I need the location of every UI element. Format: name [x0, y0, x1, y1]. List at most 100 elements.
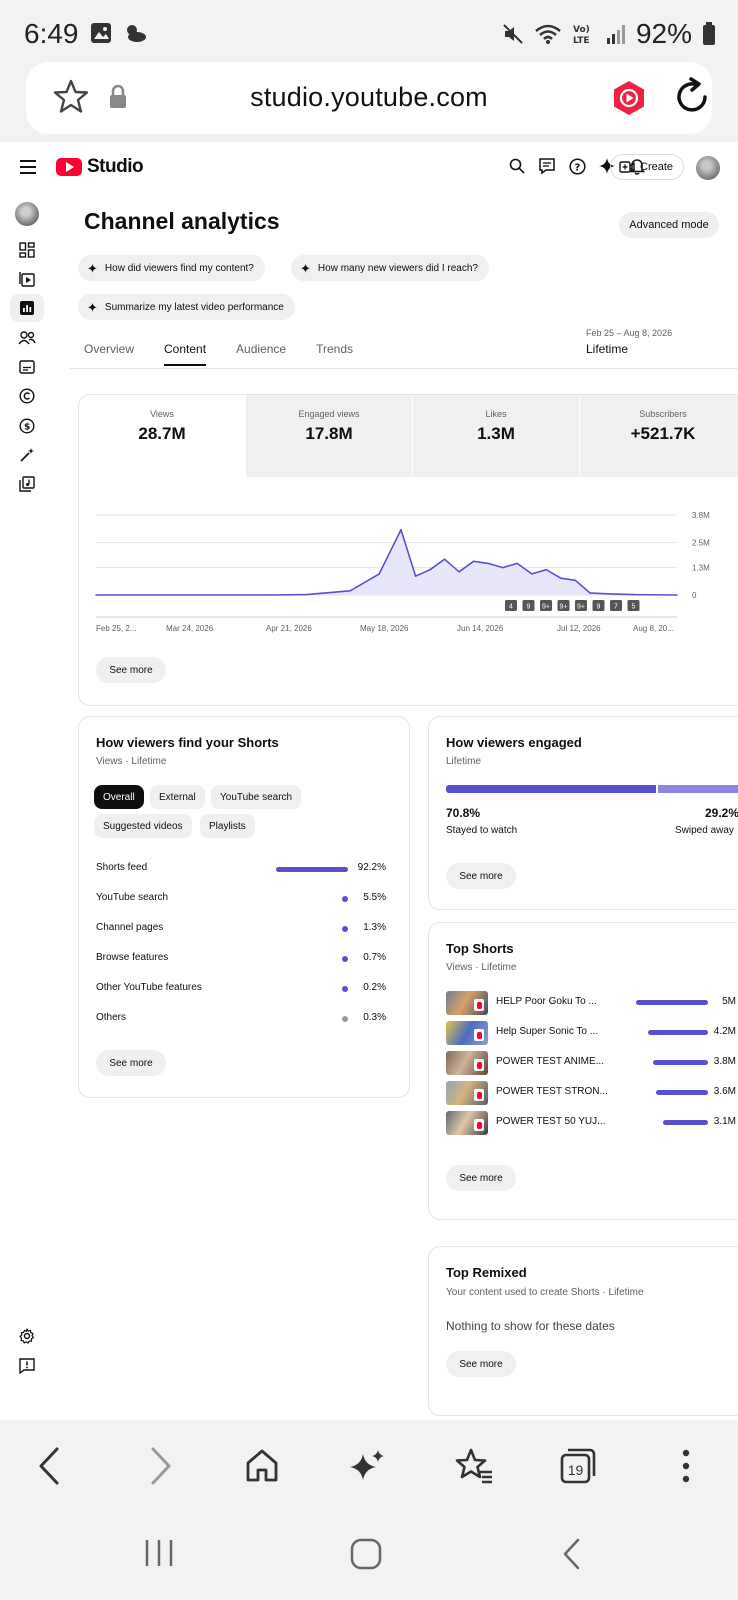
address-bar[interactable]: studio.youtube.com [26, 62, 712, 134]
short-bar [648, 1030, 708, 1035]
short-title: POWER TEST 50 YUJ... [496, 1116, 606, 1127]
audio-library-icon[interactable] [10, 470, 44, 498]
date-range-picker[interactable]: Feb 25 – Aug 8, 2026 Lifetime [586, 328, 672, 356]
data-point [414, 575, 417, 577]
metric-tabs: Views 28.7M Engaged views 17.8M Likes 1.… [79, 395, 738, 477]
chip-new-viewers[interactable]: ✦ How many new viewers did I reach? [291, 255, 489, 281]
system-back-icon[interactable] [562, 1538, 582, 1575]
top-short-row[interactable]: POWER TEST ANIME... 3.8M [446, 1051, 736, 1075]
publish-marker-label: 7 [614, 604, 618, 611]
chip-summarize[interactable]: ✦ Summarize my latest video performance [78, 294, 295, 320]
see-more-button[interactable]: See more [96, 657, 166, 683]
more-options-icon[interactable] [664, 1444, 708, 1488]
svg-text:?: ? [574, 162, 580, 173]
filter-overall[interactable]: Overall [94, 785, 144, 809]
tabs-icon[interactable]: 19 [556, 1444, 600, 1488]
forward-icon[interactable] [138, 1444, 182, 1488]
top-short-row[interactable]: HELP Poor Goku To ... 5M [446, 991, 736, 1015]
card-title: Top Remixed [446, 1265, 527, 1280]
channel-avatar[interactable] [15, 202, 39, 226]
source-row-browse-features: Browse features 0.7% [96, 952, 386, 968]
url-text[interactable]: studio.youtube.com [26, 82, 712, 113]
top-short-row[interactable]: Help Super Sonic To ... 4.2M [446, 1021, 736, 1045]
filter-youtube-search[interactable]: YouTube search [211, 785, 302, 809]
y-tick-label: 2.5M [692, 538, 710, 547]
y-tick-label: 0 [692, 591, 697, 600]
help-icon[interactable]: ? [568, 157, 586, 175]
short-views: 3.1M [713, 1116, 736, 1127]
x-tick-label: Jul 12, 2026 [557, 624, 601, 633]
short-bar [636, 1000, 708, 1005]
reload-icon[interactable] [672, 76, 712, 118]
create-button[interactable]: Create [610, 154, 685, 180]
menu-icon[interactable] [20, 160, 36, 178]
shorts-icon [474, 1089, 484, 1101]
community-icon[interactable] [10, 324, 44, 352]
earn-icon[interactable]: $ [10, 412, 44, 440]
svg-text:$: $ [24, 423, 30, 433]
feedback-icon[interactable] [10, 1352, 44, 1380]
tab-content[interactable]: Content [164, 342, 207, 366]
source-row-other-youtube-features: Other YouTube features 0.2% [96, 982, 386, 998]
top-short-row[interactable]: POWER TEST STRON... 3.6M [446, 1081, 736, 1105]
filter-playlists[interactable]: Playlists [200, 814, 255, 838]
metric-likes[interactable]: Likes 1.3M [413, 395, 580, 477]
data-point [530, 573, 533, 575]
create-video-icon [619, 161, 635, 173]
comments-icon[interactable] [538, 157, 556, 175]
studio-logo[interactable]: Studio [56, 156, 144, 178]
account-avatar[interactable] [696, 156, 720, 180]
short-thumbnail [446, 991, 488, 1015]
short-title: POWER TEST ANIME... [496, 1056, 604, 1067]
filter-external[interactable]: External [150, 785, 205, 809]
subtitles-icon[interactable] [10, 353, 44, 381]
see-more-button[interactable]: See more [446, 1351, 516, 1377]
x-tick-label: Jun 14, 2026 [457, 624, 504, 633]
tab-overview[interactable]: Overview [84, 342, 134, 366]
metric-subscribers[interactable]: Subscribers +521.7K [580, 395, 738, 477]
home-button-icon[interactable] [350, 1538, 382, 1575]
chip-label: Summarize my latest video performance [104, 301, 284, 313]
sparkle-icon: ✦ [87, 260, 98, 276]
youtube-extension-icon[interactable] [612, 80, 646, 116]
see-more-button[interactable]: See more [446, 1165, 516, 1191]
views-line-chart[interactable]: 3.8M 2.5M 1.3M 0 Feb 25, 2... Mar 24, 2026 Apr… [79, 477, 738, 647]
customization-icon[interactable] [10, 441, 44, 469]
tab-audience[interactable]: Audience [236, 342, 286, 366]
analytics-icon[interactable] [10, 294, 44, 322]
recent-apps-icon[interactable] [144, 1538, 174, 1573]
settings-icon[interactable] [10, 1322, 44, 1350]
back-icon[interactable] [28, 1444, 72, 1488]
copyright-icon[interactable] [10, 382, 44, 410]
source-row-shorts-feed: Shorts feed 92.2% [96, 862, 386, 878]
home-icon[interactable] [240, 1444, 284, 1488]
tab-trends[interactable]: Trends [316, 342, 353, 366]
chip-find-content[interactable]: ✦ How did viewers find my content? [78, 255, 265, 281]
metric-views[interactable]: Views 28.7M [79, 395, 246, 477]
source-label: Channel pages [96, 922, 164, 933]
short-views: 4.2M [713, 1026, 736, 1037]
top-short-row[interactable]: POWER TEST 50 YUJ... 3.1M [446, 1111, 736, 1135]
chip-label: How did viewers find my content? [104, 262, 254, 274]
data-point [618, 593, 620, 595]
metric-engaged-views[interactable]: Engaged views 17.8M [246, 395, 413, 477]
see-more-button[interactable]: See more [446, 863, 516, 889]
see-more-button[interactable]: See more [96, 1050, 166, 1076]
short-title: HELP Poor Goku To ... [496, 996, 597, 1007]
data-point [95, 594, 97, 596]
advanced-mode-button[interactable]: Advanced mode [619, 212, 719, 238]
data-point [305, 593, 308, 596]
bookmarks-icon[interactable] [452, 1444, 496, 1488]
data-point [443, 558, 446, 561]
search-icon[interactable] [508, 157, 526, 175]
dashboard-icon[interactable] [10, 236, 44, 264]
data-point [676, 594, 678, 596]
card-subtitle: Views · Lifetime [96, 756, 167, 767]
ai-sparkle-icon[interactable] [346, 1444, 390, 1488]
metric-label: Views [150, 409, 174, 419]
analytics-tabs: Overview Content Audience Trends [84, 342, 353, 366]
data-point [487, 562, 489, 565]
content-icon[interactable] [10, 265, 44, 293]
filter-suggested-videos[interactable]: Suggested videos [94, 814, 192, 838]
status-time: 6:49 [24, 18, 79, 49]
